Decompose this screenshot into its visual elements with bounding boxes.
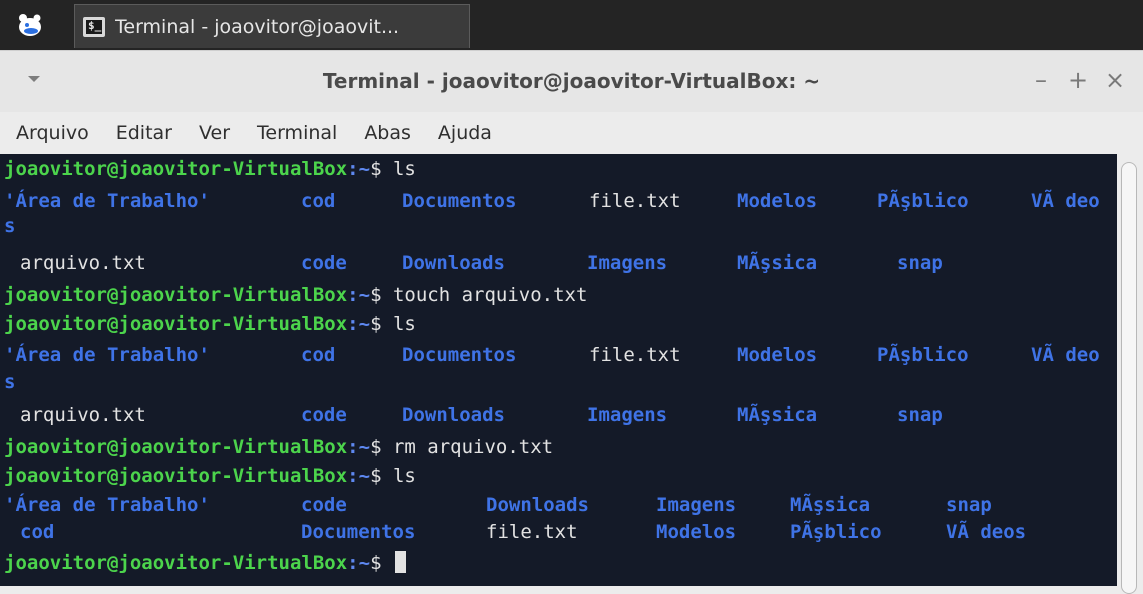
file-entry: file.txt — [589, 190, 681, 212]
xfce-mouse-icon[interactable] — [6, 8, 54, 42]
prompt-symbol: $ — [370, 465, 382, 487]
menubar: Arquivo Editar Ver Terminal Abas Ajuda — [0, 112, 1143, 154]
prompt-user: joaovitor@joaovitor-VirtualBox — [4, 436, 348, 458]
prompt-path: :~ — [347, 313, 371, 335]
ls-output-row: arquivo.txt code Downloads Imagens MÃşsi… — [4, 250, 1114, 277]
prompt-path: :~ — [347, 284, 371, 306]
close-button[interactable]: × — [1100, 65, 1130, 95]
prompt-user: joaovitor@joaovitor-VirtualBox — [4, 313, 348, 335]
command: ls — [392, 158, 416, 180]
prompt-user: joaovitor@joaovitor-VirtualBox — [4, 158, 348, 180]
prompt-line: joaovitor@joaovitor-VirtualBox:~$ rm arq… — [4, 434, 553, 461]
ls-output-row: cod Documentos file.txt Modelos PÃşblico… — [4, 519, 1114, 546]
window-title: Terminal - joaovitor@joaovitor-VirtualBo… — [322, 69, 821, 93]
file-entry: arquivo.txt — [20, 404, 146, 426]
file-entry: file.txt — [589, 344, 681, 366]
prompt-line: joaovitor@joaovitor-VirtualBox:~$ ls — [4, 156, 416, 183]
prompt-line-current[interactable]: joaovitor@joaovitor-VirtualBox:~$ — [4, 550, 406, 577]
maximize-button[interactable]: + — [1063, 65, 1093, 95]
dir-entry: MÃşsica — [737, 404, 818, 426]
dir-entry: code — [301, 494, 347, 516]
prompt-symbol: $ — [370, 552, 382, 574]
dir-entry: PÃşblico — [790, 521, 882, 543]
terminal-output[interactable]: joaovitor@joaovitor-VirtualBox:~$ ls 'Ár… — [0, 154, 1117, 586]
prompt-line: joaovitor@joaovitor-VirtualBox:~$ ls — [4, 311, 416, 338]
prompt-symbol: $ — [370, 284, 382, 306]
terminal-scrollbar[interactable] — [1117, 154, 1143, 594]
prompt-user: joaovitor@joaovitor-VirtualBox — [4, 465, 348, 487]
menu-arquivo[interactable]: Arquivo — [7, 122, 98, 144]
dir-entry: VÃ deo — [1031, 344, 1100, 366]
dir-entry: MÃşsica — [790, 494, 871, 516]
minimize-button[interactable]: – — [1026, 65, 1056, 95]
prompt-symbol: $ — [370, 436, 382, 458]
window-titlebar[interactable]: Terminal - joaovitor@joaovitor-VirtualBo… — [0, 50, 1143, 112]
dir-entry: VÃ deo — [1031, 190, 1100, 212]
dir-entry: code — [301, 252, 347, 274]
dir-entry: snap — [897, 404, 943, 426]
dir-entry: Imagens — [587, 404, 668, 426]
dir-entry: snap — [946, 494, 992, 516]
dir-entry: Documentos — [301, 521, 416, 543]
ls-output-row: 'Área de Trabalho' cod Documentos file.t… — [4, 342, 1114, 369]
dir-entry: 'Área de Trabalho' — [4, 494, 210, 516]
dir-entry: Modelos — [656, 521, 737, 543]
prompt-path: :~ — [347, 158, 371, 180]
dir-entry: cod — [301, 190, 336, 212]
dir-entry: Imagens — [656, 494, 737, 516]
dir-entry: Downloads — [402, 404, 505, 426]
prompt-user: joaovitor@joaovitor-VirtualBox — [4, 552, 348, 574]
dir-entry: Downloads — [486, 494, 589, 516]
text-cursor — [394, 551, 406, 573]
prompt-path: :~ — [347, 552, 371, 574]
command: ls — [392, 465, 416, 487]
command: ls — [392, 313, 416, 335]
menu-ajuda[interactable]: Ajuda — [429, 122, 501, 144]
dir-entry: snap — [897, 252, 943, 274]
terminal-icon: $_ — [83, 16, 105, 37]
taskbar-item-terminal[interactable]: $_ Terminal - joaovitor@joaovit... — [74, 4, 470, 48]
file-entry: arquivo.txt — [20, 252, 146, 274]
ls-output-row: arquivo.txt code Downloads Imagens MÃşsi… — [4, 402, 1114, 429]
dir-entry: Documentos — [402, 344, 517, 366]
dir-entry: Modelos — [737, 344, 818, 366]
dir-entry: 'Área de Trabalho' — [4, 344, 210, 366]
scrollbar-thumb[interactable] — [1121, 162, 1137, 594]
menu-abas[interactable]: Abas — [355, 122, 420, 144]
dir-entry: code — [301, 404, 347, 426]
command: rm arquivo.txt — [392, 436, 554, 458]
prompt-symbol: $ — [370, 158, 382, 180]
dir-entry: VÃ deos — [946, 521, 1027, 543]
taskbar-item-label: Terminal - joaovitor@joaovit... — [115, 15, 400, 38]
menu-editar[interactable]: Editar — [107, 122, 181, 144]
dir-entry: 'Área de Trabalho' — [4, 190, 210, 212]
prompt-symbol: $ — [370, 313, 382, 335]
dir-entry: Documentos — [402, 190, 517, 212]
menu-ver[interactable]: Ver — [190, 122, 239, 144]
prompt-line: joaovitor@joaovitor-VirtualBox:~$ ls — [4, 463, 416, 490]
ls-output-row: 'Área de Trabalho' code Downloads Imagen… — [4, 492, 1114, 519]
prompt-path: :~ — [347, 436, 371, 458]
ls-output-wrap: s — [4, 215, 16, 237]
dir-entry: PÃşblico — [877, 344, 969, 366]
ls-output-wrap: s — [4, 371, 16, 393]
command: touch arquivo.txt — [392, 284, 588, 306]
taskbar: $_ Terminal - joaovitor@joaovit... — [0, 0, 1143, 50]
dir-entry: MÃşsica — [737, 252, 818, 274]
prompt-line: joaovitor@joaovitor-VirtualBox:~$ touch … — [4, 282, 587, 309]
dir-entry: PÃşblico — [877, 190, 969, 212]
ls-output-row: 'Área de Trabalho' cod Documentos file.t… — [4, 188, 1114, 215]
dir-entry: Downloads — [402, 252, 505, 274]
prompt-user: joaovitor@joaovitor-VirtualBox — [4, 284, 348, 306]
dir-entry: cod — [20, 521, 55, 543]
prompt-path: :~ — [347, 465, 371, 487]
menu-terminal[interactable]: Terminal — [248, 122, 346, 144]
file-entry: file.txt — [486, 521, 578, 543]
dir-entry: Imagens — [587, 252, 668, 274]
dir-entry: Modelos — [737, 190, 818, 212]
dir-entry: cod — [301, 344, 336, 366]
